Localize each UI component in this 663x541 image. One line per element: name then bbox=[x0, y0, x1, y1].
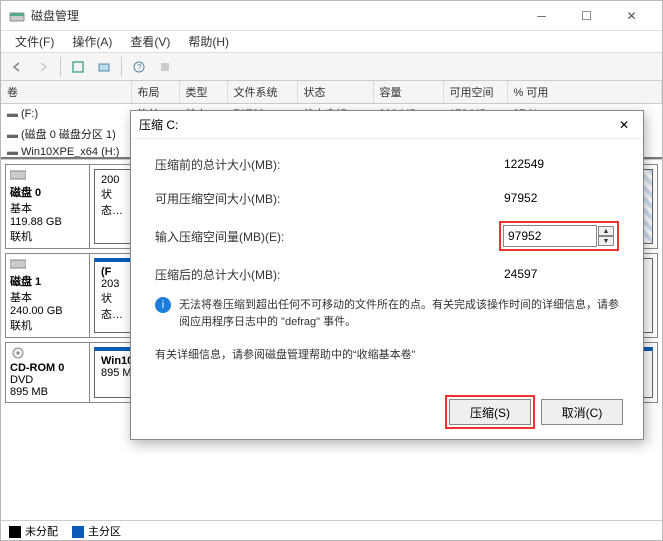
legend-swatch-primary bbox=[72, 526, 84, 538]
col-capacity[interactable]: 容量 bbox=[373, 81, 443, 104]
label-input: 输入压缩空间量(MB)(E): bbox=[155, 228, 499, 245]
col-fs[interactable]: 文件系统 bbox=[227, 81, 297, 104]
cancel-button[interactable]: 取消(C) bbox=[541, 399, 623, 425]
close-button[interactable]: ✕ bbox=[609, 2, 654, 30]
properties-button[interactable] bbox=[92, 56, 116, 78]
forward-button[interactable] bbox=[31, 56, 55, 78]
app-icon bbox=[9, 8, 25, 24]
legend: 未分配 主分区 bbox=[1, 520, 662, 540]
menu-file[interactable]: 文件(F) bbox=[7, 31, 62, 52]
legend-swatch-unallocated bbox=[9, 526, 21, 538]
shrink-amount-highlight: ▲ ▼ bbox=[499, 221, 619, 251]
toolbar: ? bbox=[1, 53, 662, 81]
toolbar-button[interactable] bbox=[153, 56, 177, 78]
menu-view[interactable]: 查看(V) bbox=[122, 31, 178, 52]
disk-icon bbox=[10, 169, 26, 181]
dialog-close-button[interactable]: ✕ bbox=[613, 118, 635, 132]
disk-header: 磁盘 1 基本 240.00 GB 联机 bbox=[6, 254, 90, 337]
refresh-button[interactable] bbox=[66, 56, 90, 78]
info-icon: i bbox=[155, 297, 171, 313]
value-total-before bbox=[499, 153, 607, 175]
col-status[interactable]: 状态 bbox=[297, 81, 373, 104]
col-layout[interactable]: 布局 bbox=[131, 81, 179, 104]
menubar: 文件(F) 操作(A) 查看(V) 帮助(H) bbox=[1, 31, 662, 53]
info-text: 无法将卷压缩到超出任何不可移动的文件所在的点。有关完成该操作时间的详细信息，请参… bbox=[179, 297, 619, 330]
disk-header: 磁盘 0 基本 119.88 GB 联机 bbox=[6, 165, 90, 248]
disk-header: CD-ROM 0 DVD 895 MB bbox=[6, 343, 90, 402]
col-pct[interactable]: % 可用 bbox=[507, 81, 662, 104]
dialog-title: 压缩 C: bbox=[139, 116, 613, 133]
help-link-text: 有关详细信息，请参阅磁盘管理帮助中的“收缩基本卷” bbox=[155, 346, 619, 362]
value-total-after bbox=[499, 263, 607, 285]
back-button[interactable] bbox=[5, 56, 29, 78]
shrink-button[interactable]: 压缩(S) bbox=[449, 399, 531, 425]
maximize-button[interactable]: ☐ bbox=[564, 2, 609, 30]
dialog-titlebar: 压缩 C: ✕ bbox=[131, 111, 643, 139]
toolbar-separator bbox=[121, 57, 122, 77]
label-avail: 可用压缩空间大小(MB): bbox=[155, 190, 499, 207]
value-avail bbox=[499, 187, 607, 209]
toolbar-separator bbox=[60, 57, 61, 77]
menu-help[interactable]: 帮助(H) bbox=[180, 31, 237, 52]
label-total-after: 压缩后的总计大小(MB): bbox=[155, 266, 499, 283]
minimize-button[interactable]: ─ bbox=[519, 2, 564, 30]
titlebar: 磁盘管理 ─ ☐ ✕ bbox=[1, 1, 662, 31]
menu-action[interactable]: 操作(A) bbox=[64, 31, 120, 52]
label-total-before: 压缩前的总计大小(MB): bbox=[155, 156, 499, 173]
col-volume[interactable]: 卷 bbox=[1, 81, 131, 104]
cd-icon bbox=[10, 347, 26, 359]
shrink-amount-input[interactable] bbox=[503, 225, 597, 247]
spin-up-button[interactable]: ▲ bbox=[598, 226, 614, 236]
partition[interactable]: 200 状态… bbox=[94, 169, 134, 244]
col-type[interactable]: 类型 bbox=[179, 81, 227, 104]
disk-icon bbox=[10, 258, 26, 270]
shrink-dialog: 压缩 C: ✕ 压缩前的总计大小(MB): 可用压缩空间大小(MB): 输入压缩… bbox=[130, 110, 644, 440]
spin-down-button[interactable]: ▼ bbox=[598, 236, 614, 246]
svg-text:?: ? bbox=[137, 63, 142, 72]
help-button[interactable]: ? bbox=[127, 56, 151, 78]
window-title: 磁盘管理 bbox=[31, 7, 519, 24]
col-free[interactable]: 可用空间 bbox=[443, 81, 507, 104]
